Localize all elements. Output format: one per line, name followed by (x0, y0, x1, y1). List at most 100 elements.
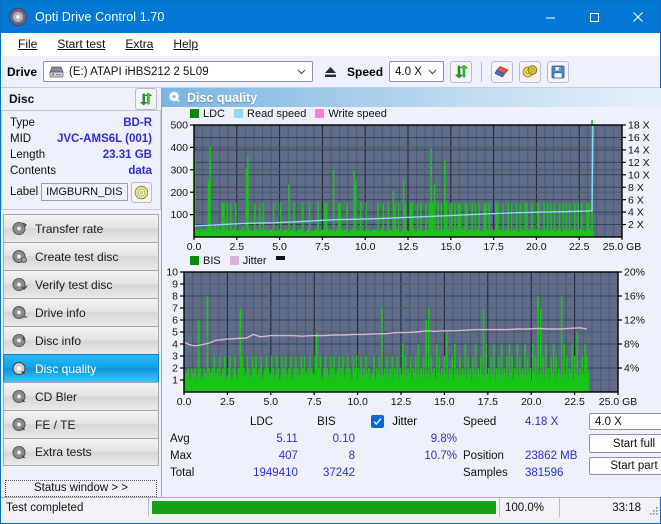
run-samples-value: 381596 (525, 466, 564, 479)
disc-icon (11, 220, 28, 237)
erase-button[interactable] (491, 60, 514, 83)
stats-row-total: Total 1949410 37242 (170, 464, 355, 481)
svg-text:16%: 16% (624, 291, 645, 303)
run-stats-table: Speed 4.18 X Position 23862 MB Samples 3… (463, 413, 583, 481)
sidebar-item-disc-quality[interactable]: Disc quality (3, 354, 159, 382)
error-stats-table: LDC BIS Avg 5.11 0.10 Max 407 8 Total 19… (170, 413, 355, 481)
menu-start-test[interactable]: Start test (48, 34, 114, 54)
svg-text:2.5: 2.5 (229, 241, 244, 253)
maximize-button[interactable] (572, 1, 616, 33)
svg-text:8 X: 8 X (628, 182, 644, 194)
menu-help-label: Help (173, 37, 199, 51)
bis-chart: BIS Jitter 1 2 3 4 5 6 7 8 9 10 4% 8% 12% 16% 20% 0.0 2.… (162, 254, 661, 409)
sidebar-item-fe-te[interactable]: FE / TE (3, 410, 159, 438)
sidebar-item-drive-info[interactable]: Drive info (3, 298, 159, 326)
svg-text:0.0: 0.0 (187, 241, 202, 253)
menu-help[interactable]: Help (164, 34, 207, 54)
stats-jitter-max: 10.7% (424, 449, 457, 462)
disc-row-length: Length 23.31 GB (10, 147, 152, 163)
disc-panel-header: Disc (1, 88, 161, 111)
sidebar-item-label: Create test disc (35, 249, 119, 264)
resize-grip[interactable] (646, 498, 660, 517)
svg-text:6 X: 6 X (628, 194, 644, 206)
test-speed-select[interactable]: 4.0 X (589, 413, 661, 431)
disc-label-key: Label (10, 186, 39, 198)
run-blank-row (463, 430, 583, 447)
disc-row-mid-key: MID (10, 133, 32, 145)
drive-icon (49, 65, 64, 78)
run-samples-label: Samples (463, 466, 508, 479)
refresh-disc-button[interactable] (135, 88, 157, 110)
legend-swatch-write-speed (315, 109, 325, 118)
sidebar-item-extra-tests[interactable]: Extra tests (3, 438, 159, 466)
cd-icon[interactable] (131, 181, 152, 203)
sidebar-item-label: FE / TE (35, 417, 76, 432)
right-panel: Disc quality LDC Read speed Write speed (161, 88, 661, 497)
refresh-button[interactable] (450, 60, 473, 83)
sidebar-item-cd-bler[interactable]: CD Bler (3, 382, 159, 410)
bis-plot: 12345678910 4% 8% 12% 16% 20% 0.0 2.5 5.0 7.5 10.0… (166, 267, 645, 408)
save-button[interactable] (547, 60, 570, 83)
svg-text:12.5: 12.5 (391, 396, 412, 408)
run-speed-label: Speed (463, 415, 497, 428)
svg-text:10.0: 10.0 (347, 396, 368, 408)
disc-panel-title: Disc (9, 92, 35, 106)
app-window: Opti Drive Control 1.70 File Start test … (0, 0, 661, 524)
disc-icon (11, 444, 28, 461)
drive-select[interactable]: (E:) ATAPI iHBS212 2 5L09 (43, 61, 314, 82)
stats-ldc-total: 1949410 (253, 466, 298, 479)
sidebar-item-create-test-disc[interactable]: Create test disc (3, 242, 159, 270)
svg-text:1: 1 (172, 375, 178, 387)
menu-extra[interactable]: Extra (116, 34, 162, 54)
jitter-blank-row (371, 464, 457, 481)
svg-text:18 X: 18 X (628, 120, 650, 132)
window-title: Opti Drive Control 1.70 (35, 10, 165, 24)
progress-percent: 100.0% (500, 498, 560, 517)
jitter-checkbox[interactable] (371, 415, 384, 428)
run-samples-row: Samples 381596 (463, 464, 583, 481)
speed-value: 4.0 X (395, 65, 422, 78)
stats-col-ldc: LDC (250, 415, 274, 428)
disc-icon (11, 416, 28, 433)
ldc-legend: LDC Read speed Write speed (162, 107, 661, 120)
svg-text:15.0: 15.0 (441, 241, 462, 253)
stats-row-avg: Avg 5.11 0.10 (170, 430, 355, 447)
disc-label-field[interactable]: IMGBURN_DIS (41, 183, 128, 201)
disc-row-type-key: Type (10, 117, 35, 129)
run-position-label: Position (463, 449, 504, 462)
sidebar-item-disc-info[interactable]: Disc info (3, 326, 159, 354)
disc-row-mid: MID JVC-AMS6L (001) (10, 131, 152, 147)
legend-item-write-speed: Write speed (315, 108, 387, 120)
disc-icon (11, 248, 28, 265)
svg-text:15.0: 15.0 (434, 396, 455, 408)
speed-label: Speed (347, 64, 384, 79)
main-content: Disc Type BD-R MID JVC-AMS6L (001) Lengt… (1, 88, 661, 497)
minimize-button[interactable] (528, 1, 572, 33)
svg-text:2.5: 2.5 (220, 396, 235, 408)
legend-item-jitter: Jitter (229, 254, 267, 267)
svg-text:4: 4 (172, 339, 178, 351)
jitter-avg-row: 9.8% (371, 430, 457, 447)
menu-file[interactable]: File (9, 34, 46, 54)
stats-col-bis: BIS (317, 415, 336, 428)
start-part-button[interactable]: Start part (589, 456, 661, 475)
svg-text:10.0: 10.0 (355, 241, 376, 253)
status-window-button[interactable]: Status window > > (5, 479, 157, 497)
elapsed-time: 33:18 (612, 501, 641, 514)
stats-panel: LDC BIS Avg 5.11 0.10 Max 407 8 Total 19… (162, 409, 661, 479)
disc-row-type: Type BD-R (10, 115, 152, 131)
sidebar-item-transfer-rate[interactable]: Transfer rate (3, 214, 159, 242)
stats-bis-avg: 0.10 (332, 432, 355, 445)
legend-swatch-jitter (229, 256, 239, 265)
eject-button[interactable] (319, 61, 341, 83)
legend-label-jitter: Jitter (242, 254, 267, 267)
disc-tools-button[interactable] (519, 60, 542, 83)
sidebar-item-verify-test-disc[interactable]: Verify test disc (3, 270, 159, 298)
close-button[interactable] (616, 1, 660, 33)
sidebar-item-label: Verify test disc (35, 277, 113, 292)
start-full-button[interactable]: Start full (589, 434, 661, 453)
svg-text:12 X: 12 X (628, 157, 650, 169)
panel-title: Disc quality (187, 90, 258, 105)
ldc-chart: LDC Read speed Write speed 100 200 300 400 5… (162, 107, 661, 254)
speed-select[interactable]: 4.0 X (389, 61, 445, 82)
